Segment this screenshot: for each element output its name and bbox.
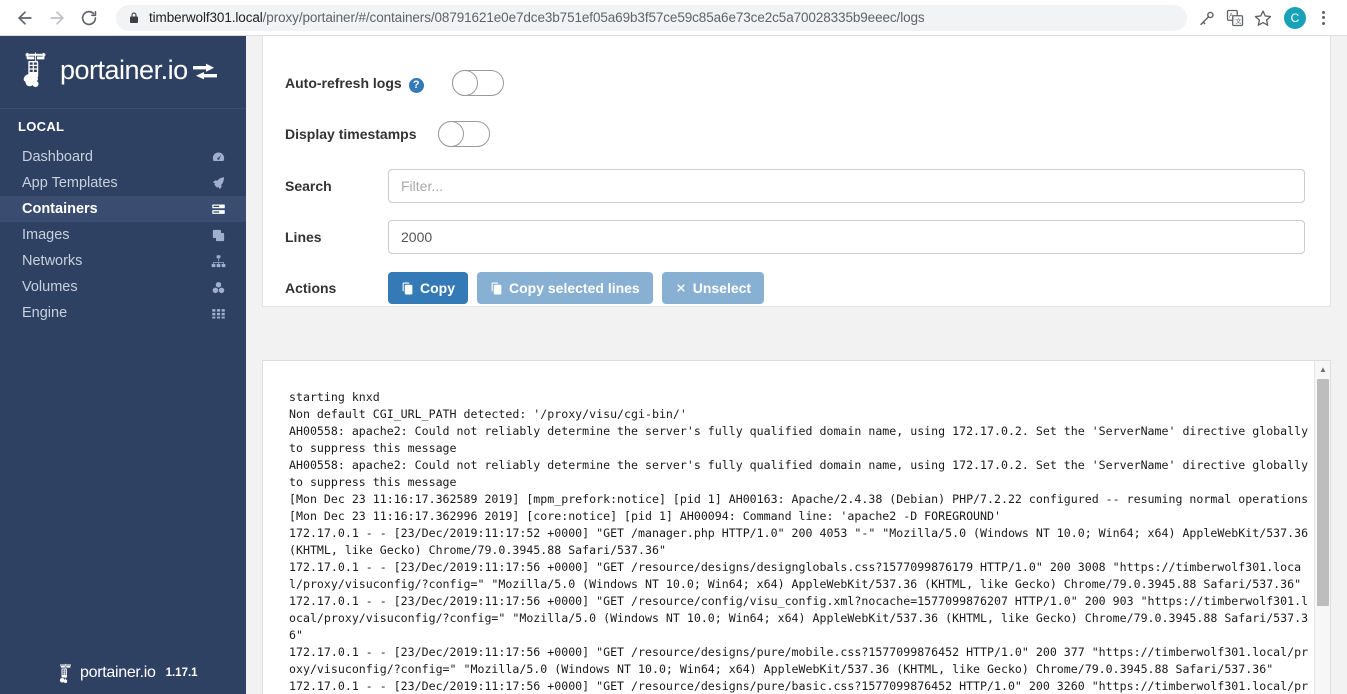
address-bar[interactable]: timberwolf301.local/proxy/portainer/#/co… xyxy=(116,4,1187,31)
sidebar-item-volumes[interactable]: Volumes xyxy=(0,274,246,300)
reload-button[interactable] xyxy=(74,3,104,33)
url-host: timberwolf301.local xyxy=(149,10,263,25)
network-icon xyxy=(208,254,228,269)
chrome-menu-button[interactable] xyxy=(1313,10,1333,25)
log-output-panel: starting knxd Non default CGI_URL_PATH d… xyxy=(262,360,1331,694)
browser-toolbar: timberwolf301.local/proxy/portainer/#/co… xyxy=(0,0,1347,36)
copy-icon xyxy=(490,282,503,295)
server-icon xyxy=(208,202,228,217)
search-input[interactable] xyxy=(388,168,1305,203)
sidebar-item-label: Engine xyxy=(22,305,68,321)
grid-icon xyxy=(208,306,228,321)
auto-refresh-label-text: Auto-refresh logs xyxy=(285,75,402,91)
copy-selected-lines-button[interactable]: Copy selected lines xyxy=(477,272,653,304)
back-button[interactable] xyxy=(10,3,40,33)
unselect-button[interactable]: Unselect xyxy=(661,272,765,304)
forward-button[interactable] xyxy=(42,3,72,33)
toggle-knob xyxy=(452,70,478,96)
auto-refresh-toggle[interactable] xyxy=(452,70,504,96)
bookmark-star-icon[interactable] xyxy=(1249,4,1277,32)
sidebar: portainer.io LOCAL Dashboard App Templat… xyxy=(0,36,246,694)
url-path: /proxy/portainer/#/containers/08791621e0… xyxy=(262,10,925,25)
scroll-up-arrow-icon[interactable]: ▲ xyxy=(1315,361,1330,377)
log-scrollbar[interactable]: ▲ ▼ xyxy=(1314,361,1330,694)
copy-selected-lines-button-label: Copy selected lines xyxy=(509,280,640,296)
sidebar-footer-label: portainer.io xyxy=(80,664,156,681)
images-icon xyxy=(208,228,228,243)
svg-text:A: A xyxy=(1229,12,1234,19)
sidebar-item-networks[interactable]: Networks xyxy=(0,248,246,274)
sidebar-item-engine[interactable]: Engine xyxy=(0,300,246,326)
page-root: portainer.io LOCAL Dashboard App Templat… xyxy=(0,36,1347,694)
display-timestamps-label: Display timestamps xyxy=(285,126,417,142)
sidebar-brand[interactable]: portainer.io xyxy=(0,36,246,96)
arrow-right-icon xyxy=(50,10,64,25)
auto-refresh-row: Auto-refresh logs ? xyxy=(285,58,1306,108)
dashboard-icon xyxy=(208,150,228,165)
help-icon[interactable]: ? xyxy=(408,77,424,93)
profile-avatar[interactable]: C xyxy=(1284,6,1306,29)
portainer-logo-icon xyxy=(23,52,46,88)
omnibox-actions: A文 C xyxy=(1193,4,1337,32)
actions-label: Actions xyxy=(285,280,337,296)
actions-row: Actions Copy Copy selected lines Unselec… xyxy=(285,263,1306,313)
lines-input[interactable] xyxy=(388,220,1305,254)
log-output-scroll-region[interactable]: starting knxd Non default CGI_URL_PATH d… xyxy=(263,361,1315,694)
sidebar-item-label: App Templates xyxy=(22,175,118,191)
unselect-button-label: Unselect xyxy=(692,280,752,296)
portainer-footer-logo-icon xyxy=(59,663,71,683)
copy-icon xyxy=(401,282,414,295)
auto-refresh-label: Auto-refresh logs ? xyxy=(285,75,445,93)
password-key-icon[interactable] xyxy=(1193,4,1221,32)
sidebar-collapse-icon[interactable] xyxy=(192,62,218,82)
sidebar-version: 1.17.1 xyxy=(165,667,198,679)
copy-button-label: Copy xyxy=(420,280,455,296)
reload-icon xyxy=(81,10,97,25)
sidebar-item-label: Containers xyxy=(22,201,98,217)
sidebar-item-label: Dashboard xyxy=(22,149,93,165)
rocket-icon xyxy=(208,176,228,191)
arrow-left-icon xyxy=(18,10,32,25)
sidebar-item-containers[interactable]: Containers xyxy=(0,196,246,222)
lines-row: Lines xyxy=(285,211,1306,263)
sidebar-footer: portainer.io 1.17.1 xyxy=(0,656,246,690)
search-row: Search xyxy=(285,160,1306,211)
sidebar-item-app-templates[interactable]: App Templates xyxy=(0,170,246,196)
lines-label: Lines xyxy=(285,229,322,245)
volumes-icon xyxy=(208,280,228,295)
display-timestamps-toggle[interactable] xyxy=(438,121,490,147)
sidebar-item-label: Images xyxy=(22,227,70,243)
sidebar-item-images[interactable]: Images xyxy=(0,222,246,248)
toggle-knob xyxy=(438,121,464,147)
sidebar-item-label: Volumes xyxy=(22,279,78,295)
scrollbar-thumb[interactable] xyxy=(1317,379,1329,606)
sidebar-item-label: Networks xyxy=(22,253,83,269)
url-text: timberwolf301.local/proxy/portainer/#/co… xyxy=(149,10,925,25)
cross-icon xyxy=(675,282,687,294)
translate-icon[interactable]: A文 xyxy=(1221,4,1249,32)
search-label: Search xyxy=(285,177,332,194)
sidebar-brand-label: portainer.io xyxy=(60,54,188,85)
log-settings-panel: Auto-refresh logs ? Display timestamps S… xyxy=(262,36,1331,307)
sidebar-section-label: LOCAL xyxy=(18,119,65,134)
sidebar-item-dashboard[interactable]: Dashboard xyxy=(0,144,246,170)
sidebar-nav: Dashboard App Templates Containers Image… xyxy=(0,144,246,326)
main-content: Auto-refresh logs ? Display timestamps S… xyxy=(246,36,1347,694)
copy-button[interactable]: Copy xyxy=(388,272,468,304)
log-output-text: starting knxd Non default CGI_URL_PATH d… xyxy=(289,390,1309,693)
display-timestamps-row: Display timestamps xyxy=(285,108,1306,160)
lock-icon xyxy=(128,11,140,25)
